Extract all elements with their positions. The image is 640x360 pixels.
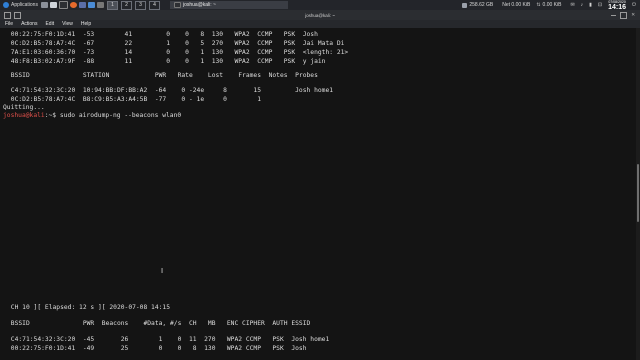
menu-file[interactable]: File (5, 21, 13, 27)
volume-icon[interactable]: ♪ (581, 2, 584, 8)
command-prompt-line: joshua@kali:~$ sudo airodump-ng --beacon… (3, 112, 181, 120)
maltego-icon[interactable] (87, 2, 95, 8)
titlebar-left-buttons (0, 11, 21, 19)
window-menu-icon[interactable] (4, 11, 11, 19)
text-cursor-icon: I (161, 267, 164, 275)
terminal-line: 00:22:75:F0:1D:41 -49 25 0 0 8 130 WPA2 … (7, 345, 307, 352)
window-titlebar[interactable]: joshua@kali: ~ ✕ (0, 10, 640, 20)
terminal-menubar: File Actions Edit View Help (0, 20, 640, 28)
menu-edit[interactable]: Edit (45, 21, 54, 27)
terminal-line: BSSID PWR Beacons #Data, #/s CH MB ENC C… (7, 320, 311, 327)
terminal-scrollbar[interactable] (636, 28, 640, 360)
workspace-2[interactable]: 2 (120, 0, 132, 10)
window-title: joshua@kali: ~ (305, 12, 335, 18)
minimize-icon[interactable] (611, 12, 617, 16)
menu-help[interactable]: Help (81, 21, 91, 27)
prompt-user: joshua@kali (3, 112, 45, 119)
terminal-line: 0C:D2:B5:78:A7:4C B8:C9:B5:A3:A4:5B -77 … (7, 96, 262, 103)
close-icon[interactable]: ✕ (631, 11, 635, 19)
quick-launch (40, 1, 104, 9)
pin-icon[interactable] (14, 11, 21, 19)
firefox-icon[interactable] (69, 2, 77, 8)
kali-logo-icon (3, 2, 9, 8)
applications-label: Applications (11, 2, 38, 8)
menu-view[interactable]: View (62, 21, 73, 27)
workspace-switcher: 1 2 3 4 (106, 0, 161, 10)
terminal-line: C4:71:54:32:3C:20 10:94:BB:DF:BB:A2 -64 … (7, 87, 334, 94)
prompt-command: :~$ sudo airodump-ng --beacons wlan0 (44, 112, 182, 119)
terminal-line: 7A:E1:03:60:36:70 -73 14 0 0 1 130 WPA2 … (7, 49, 349, 56)
disk-icon (462, 2, 468, 8)
network-out-value: 0.00 KiB (542, 2, 562, 8)
system-tray: 258.62 GB Net 0.00 KiB ⇅ 0.00 KiB ✉ ♪ ▮ … (462, 0, 640, 11)
lock-icon[interactable]: ⊡ (598, 2, 602, 8)
workspace-4[interactable]: 4 (148, 0, 160, 10)
file-manager-icon[interactable] (49, 2, 57, 8)
task-title: joshua@kali: ~ (182, 2, 216, 8)
disk-monitor[interactable]: 258.62 GB (462, 2, 493, 8)
workspace-1[interactable]: 1 (106, 0, 118, 10)
clock[interactable]: 07/08/2020 14:16 (608, 0, 626, 11)
upload-icon: ⇅ (536, 2, 541, 8)
terminal-line: 0C:D2:B5:78:A7:4C -67 22 1 0 5 270 WPA2 … (7, 40, 345, 47)
terminal-icon (173, 2, 181, 8)
maximize-icon[interactable] (620, 11, 628, 19)
scrollbar-thumb[interactable] (637, 164, 639, 222)
battery-icon[interactable]: ▮ (589, 2, 592, 8)
terminal-line: 00:22:75:F0:1D:41 -53 41 0 0 8 130 WPA2 … (7, 31, 318, 38)
desktop-icon[interactable] (40, 2, 48, 8)
editor-icon[interactable] (96, 2, 104, 8)
window-controls: ✕ (611, 11, 640, 19)
terminal-line: BSSID STATION PWR Rate Lost Frames Notes… (7, 72, 318, 79)
terminal-line: 48:F8:B3:02:A7:9F -88 11 0 0 1 130 WPA2 … (7, 58, 326, 65)
terminal-line: C4:71:54:32:3C:20 -45 26 1 0 11 270 WPA2… (7, 336, 330, 343)
top-panel: Applications 1 2 3 4 joshua@kali: ~ 258.… (0, 0, 640, 11)
power-icon[interactable]: ⏻ (632, 2, 636, 8)
terminal-line: Quitting... (3, 104, 45, 111)
disk-usage: 258.62 GB (469, 2, 494, 8)
menu-actions[interactable]: Actions (21, 21, 37, 27)
applications-menu-button[interactable]: Applications (0, 0, 41, 10)
terminal-launcher-icon[interactable] (58, 1, 68, 9)
workspace-3[interactable]: 3 (134, 0, 146, 10)
taskbar-terminal-window[interactable]: joshua@kali: ~ (169, 1, 288, 9)
terminal-line: CH 10 ][ Elapsed: 12 s ][ 2020-07-08 14:… (7, 304, 171, 311)
burp-icon[interactable] (78, 2, 86, 8)
network-out: ⇅ 0.00 KiB (536, 2, 561, 8)
network-monitor[interactable]: Net 0.00 KiB (502, 2, 530, 8)
notifications-icon[interactable]: ✉ (570, 2, 574, 8)
terminal-output[interactable]: 00:22:75:F0:1D:41 -53 41 0 0 8 130 WPA2 … (0, 28, 636, 360)
